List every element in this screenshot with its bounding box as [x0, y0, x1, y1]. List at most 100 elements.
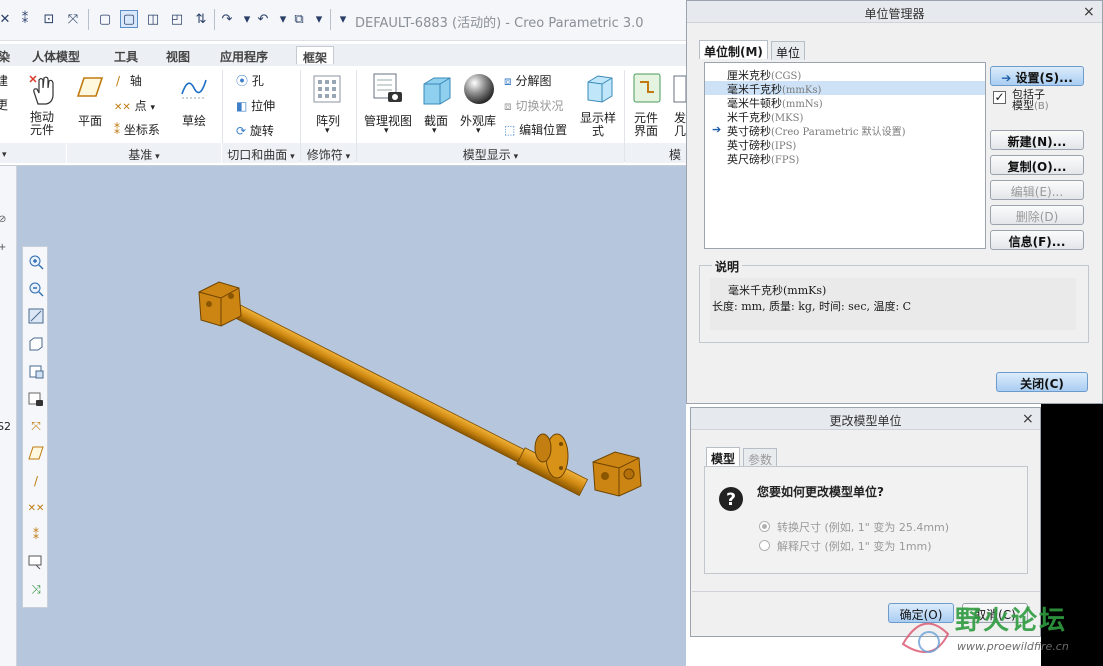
include-submodels-label: 包括子 模型(B) [1012, 88, 1049, 112]
view-manager-icon[interactable] [27, 390, 45, 408]
list-item[interactable]: 米千克秒(MKS) [705, 109, 985, 124]
spin-center-icon[interactable]: ⤨ [27, 580, 45, 598]
tab-framework[interactable]: 框架 [296, 46, 335, 65]
tab-render[interactable]: 染 [0, 46, 16, 64]
tree-collapse-icon[interactable]: ⊘ [0, 214, 6, 225]
convert-dimensions-radio[interactable] [759, 521, 770, 532]
reorient-icon[interactable] [27, 335, 45, 353]
copy-button[interactable]: 复制(O)... [990, 155, 1084, 175]
model-tree-strip[interactable]: ⊘ + S2 [0, 166, 17, 666]
axis-display-icon[interactable]: ⁑ [16, 10, 34, 28]
tab-view[interactable]: 视图 [160, 46, 196, 64]
csys-display-toggle-icon[interactable]: ⁑ [27, 526, 45, 544]
include-submodels-checkbox[interactable]: ✓ [993, 91, 1006, 104]
no-hidden-icon[interactable]: ◰ [168, 10, 186, 28]
group-modifiers-label: 修饰符 [306, 148, 343, 162]
ribbon-panel: 建 更 拖动 元件 平面 / 轴 ✕✕ 点 ▾ ⁑ 坐标系 草绘 ⦿ 孔 ◧ 拉… [0, 66, 686, 166]
tab-unit-systems[interactable]: 单位制(M) [699, 40, 768, 59]
interpret-dimensions-radio[interactable] [759, 540, 770, 551]
close-icon[interactable]: × [1022, 411, 1034, 427]
tab-units[interactable]: 单位 [771, 41, 806, 60]
windows-icon[interactable]: ⧉ [290, 10, 308, 28]
new-button[interactable]: 新建(N)... [990, 130, 1084, 150]
plane-display-icon[interactable] [27, 444, 45, 462]
list-item[interactable]: 毫米牛顿秒(mmNs) [705, 95, 985, 110]
edit-button[interactable]: 编辑(E)... [990, 180, 1084, 200]
assembly-model[interactable] [17, 166, 686, 666]
axis-button[interactable]: / 轴 [116, 72, 142, 89]
watermark-url: www.proewildfire.cn [957, 640, 1069, 653]
list-item[interactable]: 英寸磅秒(IPS) [705, 137, 985, 152]
group-datum-label: 基准 [128, 148, 153, 162]
csys-display-icon[interactable]: ⤧ [64, 10, 82, 28]
drag-component-label: 拖动 元件 [30, 110, 55, 137]
tab-applications[interactable]: 应用程序 [214, 46, 274, 64]
list-item-selected[interactable]: 毫米千克秒(mmKs) [705, 81, 985, 96]
annotation-display-icon[interactable] [27, 553, 45, 571]
extrude-button[interactable]: ◧ 拉伸 [236, 97, 275, 114]
ribbon-cut-label-top[interactable]: 建 [0, 72, 8, 89]
list-item[interactable]: 英尺磅秒(FPS) [705, 151, 985, 166]
delete-button[interactable]: 删除(D) [990, 205, 1084, 225]
group-modifiers[interactable]: 修饰符 ▾ [301, 143, 356, 163]
windows-dropdown-icon[interactable]: ▾ [310, 10, 328, 28]
customize-qat-icon[interactable]: ▾ [334, 10, 352, 28]
close-button[interactable]: 关闭(C) [996, 372, 1088, 392]
tab-manikin[interactable]: 人体模型 [26, 46, 86, 64]
axis-icon: / [116, 74, 121, 88]
group-model-cut[interactable]: 模 [625, 143, 686, 163]
datum-display-filter-icon[interactable]: ⤧ [27, 417, 45, 435]
hidden-line-icon[interactable]: ◫ [144, 10, 162, 28]
group-dropdown-left[interactable]: ▾ [0, 143, 66, 163]
unit-systems-list[interactable]: 厘米克秒(CGS) 毫米千克秒(mmKs) 毫米牛顿秒(mmNs) 米千克秒(M… [704, 62, 986, 249]
watermark-text: 野火论坛 [955, 606, 1068, 636]
edit-position-button[interactable]: ⬚ 编辑位置 [504, 121, 567, 138]
group-model-display[interactable]: 模型显示 ▾ [357, 143, 624, 163]
current-arrow-icon: ➔ [712, 123, 722, 136]
list-item-default[interactable]: ➔ 英寸磅秒(Creo Parametric 默认设置) [705, 123, 985, 138]
explode-view-button[interactable]: ⧈ 分解图 [504, 72, 551, 89]
group-model-display-label: 模型显示 [462, 148, 511, 162]
redo-icon[interactable]: ↷ [218, 10, 236, 28]
point-display-toggle-icon[interactable]: ✕✕ [27, 499, 45, 517]
datum-display-icon[interactable]: ✕ [0, 10, 14, 28]
close-icon[interactable]: × [1083, 4, 1095, 20]
change-units-question: 您要如何更改模型单位? [757, 485, 884, 499]
info-button[interactable]: 信息(F)... [990, 230, 1084, 250]
tree-item-label[interactable]: S2 [0, 420, 11, 433]
group-model-cut-label: 模 [669, 148, 682, 162]
group-cut-surface[interactable]: 切口和曲面 ▾ [222, 143, 300, 163]
graphics-window[interactable] [17, 166, 686, 666]
csys-button[interactable]: ⁑ 坐标系 [114, 121, 160, 138]
hole-button[interactable]: ⦿ 孔 [236, 72, 264, 89]
regenerate-icon[interactable]: ⇅ [192, 10, 210, 28]
set-button[interactable]: ➔ 设置(S)... [990, 66, 1084, 86]
tree-expand-icon[interactable]: + [0, 242, 6, 253]
revolve-label: 旋转 [249, 124, 274, 138]
revolve-button[interactable]: ⟳ 旋转 [236, 122, 274, 139]
csys-icon: ⁑ [114, 123, 120, 137]
axis-label: 轴 [129, 74, 142, 88]
manage-views-dropdown-icon: ▾ [384, 126, 389, 136]
toggle-status-button[interactable]: ⧈ 切换状况 [504, 97, 563, 114]
group-datum[interactable]: 基准 ▾ [67, 143, 221, 163]
point-button[interactable]: ✕✕ 点 ▾ [114, 97, 155, 114]
tab-tools[interactable]: 工具 [108, 46, 144, 64]
wireframe-icon[interactable]: ▢ [96, 10, 114, 28]
ribbon-cut-label-bottom[interactable]: 更 [0, 96, 8, 113]
tab-model[interactable]: 模型 [706, 447, 741, 466]
refit-icon[interactable] [27, 307, 45, 325]
forum-watermark: 野火论坛 www.proewildfire.cn [893, 596, 1103, 666]
convert-dimensions-label: 转换尺寸 (例如, 1" 变为 25.4mm) [777, 521, 950, 534]
axis-display-toggle-icon[interactable]: / [27, 472, 45, 490]
shading-icon[interactable]: ▢ [120, 10, 138, 28]
undo-icon[interactable]: ↶ [254, 10, 272, 28]
point-display-icon[interactable]: ⊡ [40, 10, 58, 28]
zoom-in-icon[interactable] [27, 253, 45, 271]
zoom-out-icon[interactable] [27, 280, 45, 298]
point-dropdown-icon: ▾ [150, 103, 155, 113]
component-interface-label: 元件 界面 [634, 111, 659, 138]
list-item[interactable]: 厘米克秒(CGS) [705, 67, 985, 82]
saved-views-icon[interactable] [27, 362, 45, 380]
tab-parameters[interactable]: 参数 [743, 448, 778, 467]
